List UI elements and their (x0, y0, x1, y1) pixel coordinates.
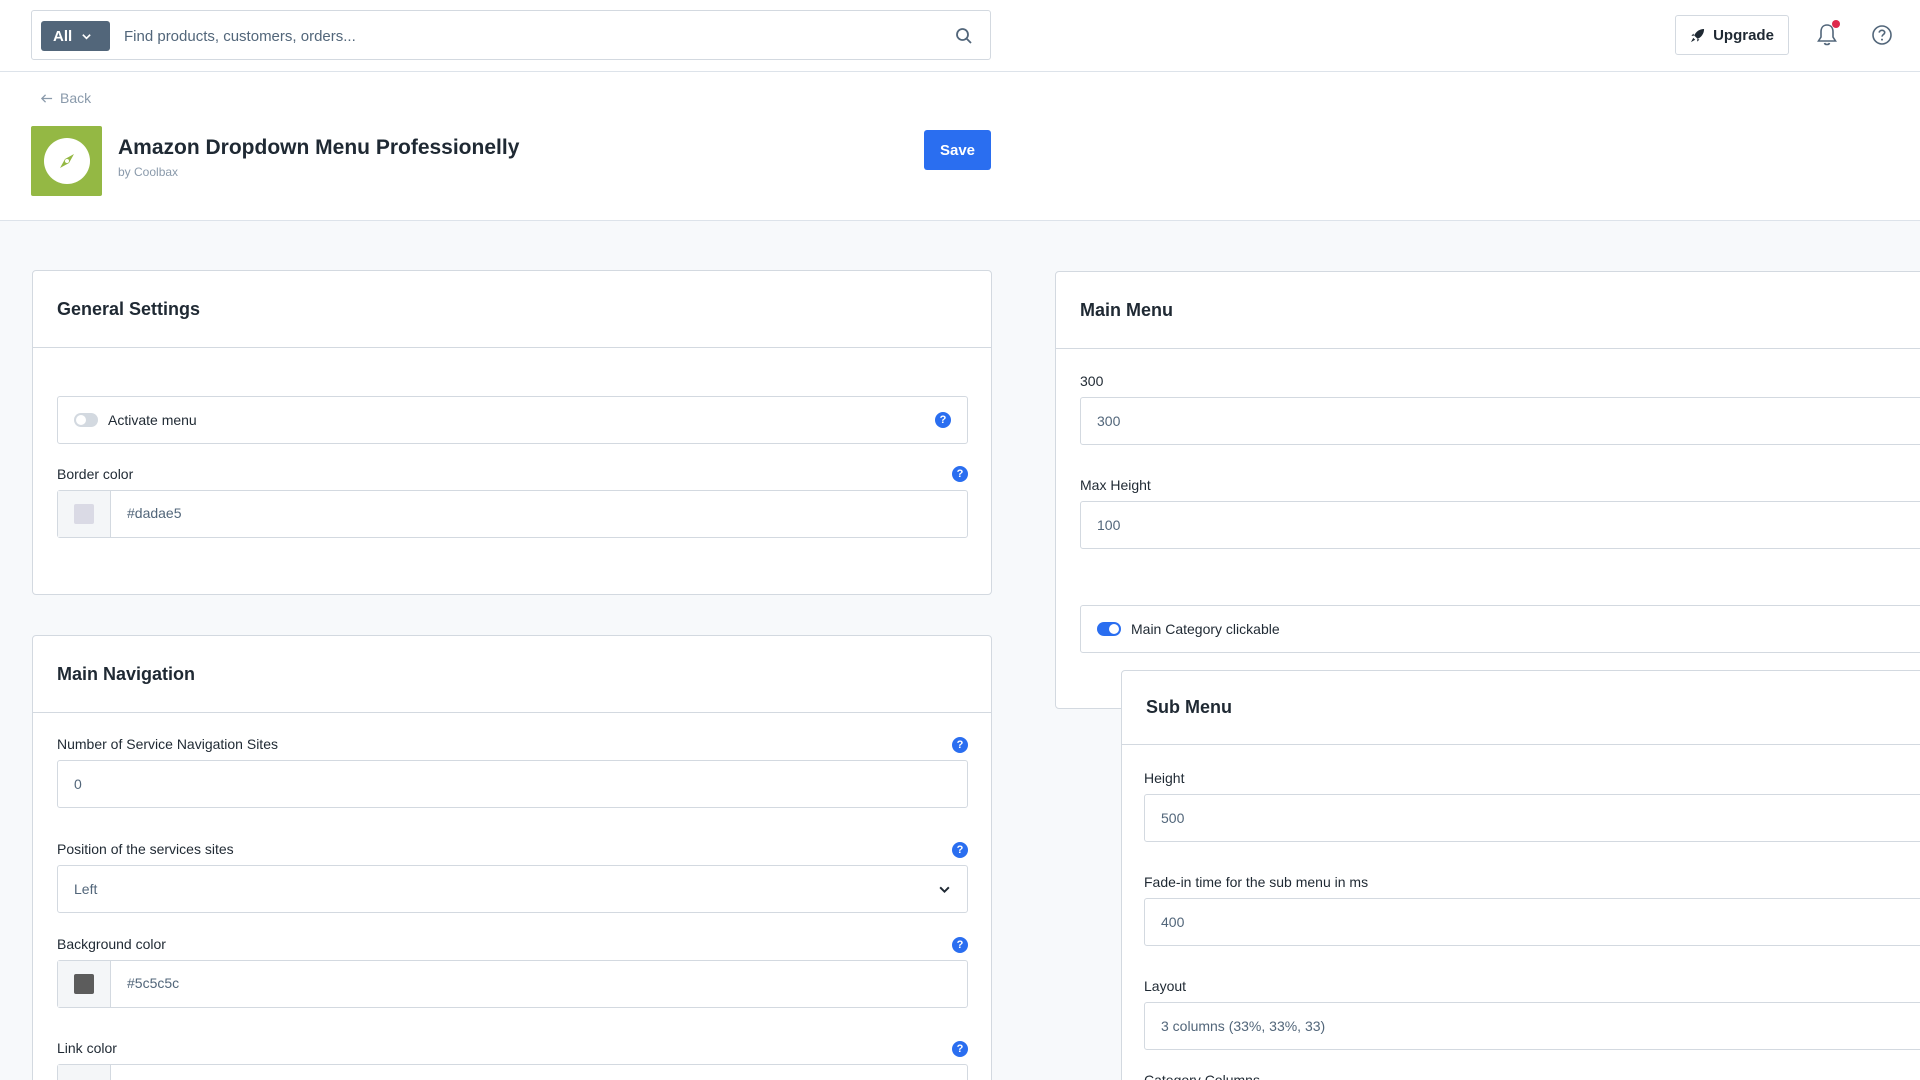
background-color-value: #5c5c5c (127, 975, 180, 991)
main-menu-card: Main Menu 300 300 Max Height 100 Main Ca… (1055, 271, 1920, 709)
width-label: 300 (1080, 373, 1104, 389)
position-select[interactable]: Left (57, 865, 968, 913)
fade-in-label: Fade-in time for the sub menu in ms (1144, 874, 1369, 890)
fade-in-input[interactable]: 400 (1144, 898, 1920, 946)
general-settings-card: General Settings Activate menu ? Border … (32, 270, 992, 595)
link-color-swatch[interactable] (58, 1065, 111, 1080)
chevron-down-icon (82, 33, 91, 40)
background-color-label: Background color (57, 936, 166, 952)
app-author: by Coolbax (118, 165, 179, 179)
activate-menu-toggle-row[interactable]: Activate menu ? (57, 396, 968, 444)
global-search: All (31, 10, 991, 60)
save-button[interactable]: Save (924, 130, 991, 170)
upgrade-label: Upgrade (1713, 26, 1774, 44)
border-color-value: #dadae5 (127, 505, 182, 521)
service-sites-input[interactable]: 0 (57, 760, 968, 808)
activate-menu-toggle[interactable] (74, 413, 98, 427)
help-icon[interactable] (1871, 24, 1893, 46)
search-input[interactable] (124, 21, 964, 51)
border-color-swatch[interactable] (58, 491, 111, 537)
search-icon[interactable] (954, 26, 974, 46)
activate-menu-label: Activate menu (108, 412, 197, 428)
back-label: Back (60, 90, 92, 106)
position-selected-value: Left (74, 881, 98, 897)
main-navigation-title: Main Navigation (33, 636, 991, 713)
background-color-field[interactable]: #5c5c5c (57, 960, 968, 1008)
help-circle-icon[interactable]: ? (952, 737, 968, 753)
page-header: Back Amazon Dropdown Menu Professionelly… (0, 72, 1920, 221)
help-circle-icon[interactable]: ? (952, 1041, 968, 1057)
border-color-field[interactable]: #dadae5 (57, 490, 968, 538)
main-category-clickable-label: Main Category clickable (1131, 621, 1280, 637)
general-settings-title: General Settings (33, 271, 991, 348)
layout-label: Layout (1144, 978, 1187, 994)
upgrade-button[interactable]: Upgrade (1675, 15, 1789, 55)
sub-height-input[interactable]: 500 (1144, 794, 1920, 842)
main-menu-title: Main Menu (1056, 272, 1920, 349)
compass-icon (43, 138, 90, 184)
max-height-input[interactable]: 100 (1080, 501, 1920, 549)
main-category-clickable-row[interactable]: Main Category clickable (1080, 605, 1920, 653)
notification-badge (1832, 20, 1840, 28)
service-sites-label: Number of Service Navigation Sites (57, 736, 278, 752)
app-logo (31, 126, 102, 196)
back-link[interactable]: Back (40, 90, 91, 106)
search-filter-dropdown[interactable]: All (41, 21, 110, 51)
border-color-label: Border color (57, 466, 134, 482)
max-height-label: Max Height (1080, 477, 1151, 493)
background-color-swatch[interactable] (58, 961, 111, 1007)
main-navigation-card: Main Navigation Number of Service Naviga… (32, 635, 992, 1080)
main-category-clickable-toggle[interactable] (1097, 622, 1121, 636)
help-circle-icon[interactable]: ? (935, 412, 951, 428)
chevron-down-icon (939, 886, 950, 894)
link-color-field[interactable] (57, 1064, 968, 1080)
sub-height-label: Height (1144, 770, 1185, 786)
top-bar: All Upgrade (0, 0, 1920, 72)
rocket-icon (1691, 28, 1705, 42)
layout-select[interactable]: 3 columns (33%, 33%, 33) (1144, 1002, 1920, 1050)
help-circle-icon[interactable]: ? (952, 466, 968, 482)
width-input[interactable]: 300 (1080, 397, 1920, 445)
sub-menu-card: Sub Menu Height 500 Fade-in time for the… (1121, 670, 1920, 1080)
link-color-label: Link color (57, 1040, 117, 1056)
sub-menu-title: Sub Menu (1122, 671, 1920, 745)
position-label: Position of the services sites (57, 841, 234, 857)
search-filter-label: All (53, 27, 73, 45)
page-title: Amazon Dropdown Menu Professionelly (118, 136, 520, 159)
help-circle-icon[interactable]: ? (952, 937, 968, 953)
arrow-left-icon (40, 93, 53, 103)
category-columns-label: Category Columns (1144, 1072, 1260, 1080)
help-circle-icon[interactable]: ? (952, 842, 968, 858)
